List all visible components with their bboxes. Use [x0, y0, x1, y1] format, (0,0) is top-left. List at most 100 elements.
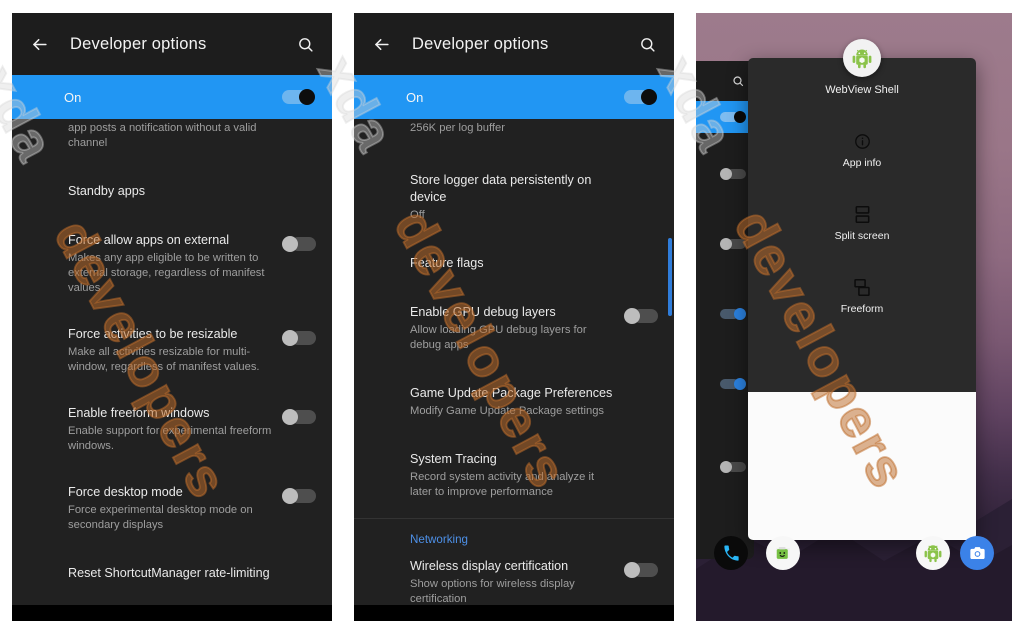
menu-item-label: Split screen: [834, 229, 890, 242]
app-bar-2: Developer options: [354, 13, 674, 75]
toggle-switch[interactable]: [720, 308, 746, 320]
list-item-summary: Make all activities resizable for multi-…: [68, 346, 260, 373]
toggle-switch[interactable]: [720, 461, 746, 473]
list-item-summary: Off: [410, 209, 425, 221]
arrow-back-icon[interactable]: [26, 31, 52, 57]
list-item-system-tracing[interactable]: System Tracing Record system activity an…: [354, 431, 674, 512]
list-item-title: Store logger data persistently on device: [410, 173, 592, 204]
dock: [696, 529, 1012, 577]
list-item-summary: Show options for wireless display certif…: [410, 578, 575, 605]
freeform-icon: [854, 278, 870, 296]
background-row[interactable]: [696, 349, 754, 419]
menu-item-app-info[interactable]: App info: [748, 114, 976, 187]
developer-options-master-row-2[interactable]: On: [354, 75, 674, 119]
search-icon[interactable]: [292, 31, 318, 57]
master-toggle-switch[interactable]: [282, 89, 316, 105]
phone-panel-3: WebView Shell App info Split screen Free…: [696, 13, 1012, 621]
section-header-networking: Networking: [410, 533, 468, 546]
webview-shell-icon[interactable]: [916, 536, 950, 570]
list-item-summary: Enable support for experimental freeform…: [68, 425, 272, 452]
scrollbar[interactable]: [668, 238, 672, 316]
list-item-summary: Force experimental desktop mode on secon…: [68, 504, 253, 531]
list-item-force-desktop-mode[interactable]: Force desktop mode Force experimental de…: [12, 466, 332, 545]
list-item-title: Feature flags: [410, 256, 484, 270]
background-master-row[interactable]: [696, 101, 754, 133]
list-item-summary: 256K per log buffer: [410, 122, 505, 134]
toggle-switch[interactable]: [720, 378, 746, 390]
search-icon[interactable]: [634, 31, 660, 57]
toggle-switch[interactable]: [720, 168, 746, 180]
list-item-summary: Modify Game Update Package settings: [410, 405, 605, 417]
navigation-bar: [354, 605, 674, 621]
menu-item-freeform[interactable]: Freeform: [748, 260, 976, 333]
list-item-title: Standby apps: [68, 184, 146, 198]
search-icon[interactable]: [732, 75, 744, 87]
screenshot-stage: Developer options On app posts a notific…: [0, 0, 1024, 634]
split-screen-icon: [855, 205, 870, 223]
background-row[interactable]: [696, 209, 754, 279]
background-row[interactable]: [696, 279, 754, 349]
android-webview-icon: [843, 39, 881, 77]
freeform-window-content[interactable]: [748, 392, 976, 540]
settings-list-1[interactable]: app posts a notification without a valid…: [12, 119, 332, 605]
list-item-store-logger-data[interactable]: Store logger data persistently on device…: [354, 148, 674, 235]
phone-panel-2: Developer options On 256K per log buffer: [354, 13, 674, 621]
master-toggle-switch[interactable]: [624, 89, 658, 105]
list-item-restrict-sms-call-log-access[interactable]: Restrict SMS & call log access Only defa…: [12, 594, 332, 605]
background-settings-window[interactable]: [696, 61, 754, 559]
list-item-title: Reset ShortcutManager rate-limiting: [68, 566, 270, 580]
freeform-window[interactable]: WebView Shell App info Split screen Free…: [748, 39, 976, 540]
navigation-bar: [12, 605, 332, 621]
toggle-switch[interactable]: [720, 238, 746, 250]
list-item-summary: app posts a notification without a valid…: [68, 122, 257, 149]
app-context-menu: WebView Shell App info Split screen Free…: [748, 58, 976, 392]
list-item-standby-apps[interactable]: Standby apps: [12, 163, 332, 212]
list-item-title: Game Update Package Preferences: [410, 386, 613, 400]
list-item-enable-gpu-debug-layers[interactable]: Enable GPU debug layers Allow loading GP…: [354, 284, 674, 365]
phone-icon[interactable]: [714, 536, 748, 570]
settings-list-2[interactable]: 256K per log buffer Store logger data pe…: [354, 119, 674, 605]
list-item-title: System Tracing: [410, 452, 497, 466]
list-item-game-update-package-preferences[interactable]: Game Update Package Preferences Modify G…: [354, 365, 674, 431]
background-app-bar: [696, 61, 754, 101]
menu-item-label: Freeform: [840, 302, 884, 315]
page-title: Developer options: [70, 34, 207, 53]
menu-item-label: App info: [842, 156, 882, 169]
list-item-title: Force allow apps on external: [68, 233, 230, 247]
list-item-force-activities-to-be-resizable[interactable]: Force activities to be resizable Make al…: [12, 308, 332, 387]
list-item[interactable]: 256K per log buffer: [354, 119, 674, 148]
background-row[interactable]: [696, 139, 754, 209]
list-item-reset-shortcutmanager-rate-limiting[interactable]: Reset ShortcutManager rate-limiting: [12, 545, 332, 594]
info-icon: [854, 133, 871, 150]
list-item-title: Wireless display certification: [410, 559, 569, 573]
master-toggle-label: On: [64, 89, 82, 105]
master-toggle-label: On: [406, 89, 424, 105]
developer-options-screen-2: Developer options On 256K per log buffer: [354, 13, 674, 621]
list-item-force-allow-apps-on-external[interactable]: Force allow apps on external Makes any a…: [12, 212, 332, 308]
page-title: Developer options: [412, 34, 549, 53]
list-item-title: Force activities to be resizable: [68, 327, 238, 341]
developer-options-screen-1: Developer options On app posts a notific…: [12, 13, 332, 621]
phone-panel-1: Developer options On app posts a notific…: [12, 13, 332, 621]
list-item-feature-flags[interactable]: Feature flags: [354, 235, 674, 284]
background-row[interactable]: [696, 419, 754, 515]
list-item-title: Enable freeform windows: [68, 406, 210, 420]
toggle-switch[interactable]: [720, 111, 746, 123]
list-item-enable-freeform-windows[interactable]: Enable freeform windows Enable support f…: [12, 387, 332, 466]
list-item-title: Force desktop mode: [68, 485, 183, 499]
home-screen: WebView Shell App info Split screen Free…: [696, 13, 1012, 621]
menu-item-split-screen[interactable]: Split screen: [748, 187, 976, 260]
list-item-title: Enable GPU debug layers: [410, 305, 556, 319]
context-menu-actions: App info Split screen Freeform: [748, 114, 976, 333]
list-item-summary: Allow loading GPU debug layers for debug…: [410, 324, 587, 351]
camera-icon[interactable]: [960, 536, 994, 570]
list-item[interactable]: app posts a notification without a valid…: [12, 119, 332, 163]
arrow-back-icon[interactable]: [368, 31, 394, 57]
list-item-summary: Record system activity and analyze it la…: [410, 471, 595, 498]
android-robot-glyph: [852, 49, 872, 69]
list-item-wireless-display-certification[interactable]: Wireless display certification Show opti…: [354, 552, 674, 605]
messages-icon[interactable]: [766, 536, 800, 570]
app-bar-1: Developer options: [12, 13, 332, 75]
list-item-summary: Makes any app eligible to be written to …: [68, 252, 265, 294]
developer-options-master-row-1[interactable]: On: [12, 75, 332, 119]
